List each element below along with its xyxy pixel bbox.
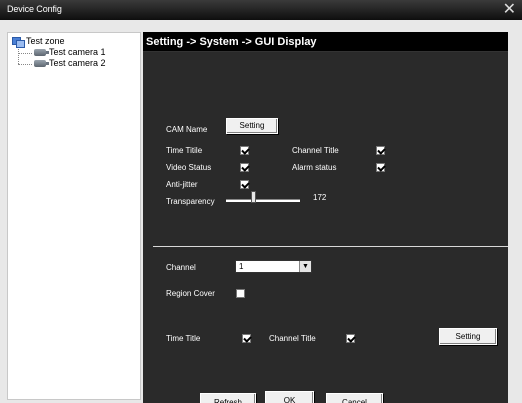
alarm-status-checkbox[interactable] xyxy=(376,163,385,172)
lower-time-title-label: Time Title xyxy=(166,334,201,343)
settings-panel: Setting -> System -> GUI Display CAM Nam… xyxy=(143,32,522,403)
tree-line xyxy=(18,47,19,64)
camera-icon xyxy=(34,49,49,57)
breadcrumb: Setting -> System -> GUI Display xyxy=(146,36,317,48)
transparency-slider[interactable] xyxy=(226,199,300,202)
tree-node-label: Test zone xyxy=(26,36,65,46)
tree-node-label: Test camera 2 xyxy=(49,58,106,68)
panel-body: CAM Name Setting Time Titile Channel Tit… xyxy=(143,52,522,403)
lower-time-title-checkbox[interactable] xyxy=(242,334,251,343)
channel-title-label: Channel Title xyxy=(292,146,339,155)
zone-icon xyxy=(12,37,25,49)
window-title: Device Config xyxy=(7,4,62,14)
channel-title-checkbox[interactable] xyxy=(376,146,385,155)
camera-icon xyxy=(34,60,49,68)
transparency-slider-thumb[interactable] xyxy=(251,191,256,203)
chevron-down-icon[interactable]: ▼ xyxy=(299,261,311,272)
cam-name-setting-button[interactable]: Setting xyxy=(226,118,278,134)
tree-node-test-camera-1[interactable]: Test camera 1 xyxy=(34,47,106,57)
region-cover-label: Region Cover xyxy=(166,289,215,298)
tree-node-label: Test camera 1 xyxy=(49,47,106,57)
cancel-button[interactable]: Cancel xyxy=(326,393,383,403)
ok-button[interactable]: OK xyxy=(265,391,314,403)
video-status-checkbox[interactable] xyxy=(240,163,249,172)
tree-line xyxy=(18,53,32,54)
region-cover-checkbox[interactable] xyxy=(236,289,245,298)
section-divider xyxy=(153,246,521,247)
transparency-value: 172 xyxy=(313,193,327,202)
title-bar: Device Config ✕ xyxy=(0,0,522,20)
transparency-label: Transparency xyxy=(166,197,215,206)
time-title-label: Time Titile xyxy=(166,146,203,155)
lower-channel-title-label: Channel Title xyxy=(269,334,316,343)
panel-header: Setting -> System -> GUI Display xyxy=(143,32,522,52)
device-tree: Test zone Test camera 1 Test camera 2 xyxy=(7,32,141,400)
lower-channel-title-checkbox[interactable] xyxy=(346,334,355,343)
refresh-button[interactable]: Refresh xyxy=(200,393,256,403)
tree-line xyxy=(18,64,32,65)
channel-label: Channel xyxy=(166,263,196,272)
lower-setting-button[interactable]: Setting xyxy=(439,328,497,345)
anti-jitter-checkbox[interactable] xyxy=(240,180,249,189)
time-title-checkbox[interactable] xyxy=(240,146,249,155)
anti-jitter-label: Anti-jitter xyxy=(166,180,198,189)
cam-name-label: CAM Name xyxy=(166,125,208,134)
tree-node-test-zone[interactable]: Test zone xyxy=(12,36,65,49)
channel-select[interactable]: 1 ▼ xyxy=(235,260,312,273)
alarm-status-label: Alarm status xyxy=(292,163,337,172)
channel-select-value: 1 xyxy=(239,262,244,271)
video-status-label: Video Status xyxy=(166,163,212,172)
window-border xyxy=(508,32,522,403)
close-icon[interactable]: ✕ xyxy=(503,1,516,17)
tree-node-test-camera-2[interactable]: Test camera 2 xyxy=(34,58,106,68)
